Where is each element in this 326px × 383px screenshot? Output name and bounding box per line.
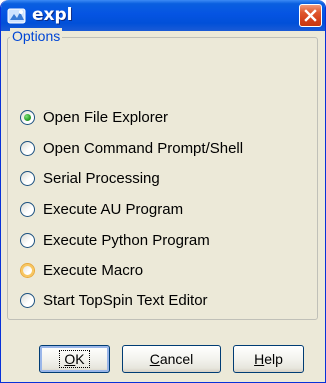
help-button-label: Help	[254, 351, 283, 367]
topspin-app-icon	[7, 6, 27, 26]
help-mnemonic: H	[254, 351, 265, 367]
radio-button[interactable]	[20, 140, 35, 156]
option-start-topspin-text-editor[interactable]: Start TopSpin Text Editor	[20, 289, 208, 311]
ok-mnemonic: O	[64, 351, 76, 367]
option-label: Execute Macro	[43, 261, 144, 279]
radio-button[interactable]	[20, 232, 35, 248]
ok-label-rest: K	[75, 351, 85, 367]
cancel-mnemonic: C	[149, 351, 160, 367]
option-execute-au-program[interactable]: Execute AU Program	[20, 198, 183, 220]
cancel-button[interactable]: Cancel	[122, 345, 221, 373]
title-bar[interactable]: expl	[1, 0, 325, 31]
option-open-command-prompt[interactable]: Open Command Prompt/Shell	[20, 137, 243, 159]
option-label: Serial Processing	[43, 169, 160, 187]
ok-button[interactable]: OK	[39, 345, 110, 373]
ok-button-label: OK	[59, 350, 90, 368]
radio-button[interactable]	[20, 292, 35, 308]
help-button[interactable]: Help	[233, 345, 304, 373]
option-label: Execute AU Program	[43, 200, 184, 218]
option-execute-macro[interactable]: Execute Macro	[20, 259, 143, 281]
option-label: Open Command Prompt/Shell	[43, 139, 244, 157]
radio-button[interactable]	[20, 201, 35, 217]
cancel-label-rest: ancel	[159, 351, 194, 367]
option-label: Open File Explorer	[43, 108, 169, 126]
option-serial-processing[interactable]: Serial Processing	[20, 167, 160, 189]
close-button[interactable]	[299, 4, 322, 27]
radio-selected-dot	[24, 113, 31, 121]
options-legend: Options	[10, 28, 63, 45]
radio-button[interactable]	[20, 109, 35, 125]
cancel-button-label: Cancel	[150, 351, 194, 367]
radio-button[interactable]	[20, 262, 35, 278]
help-label-rest: elp	[264, 351, 283, 367]
option-label: Execute Python Program	[43, 231, 210, 249]
option-label: Start TopSpin Text Editor	[43, 291, 208, 309]
option-open-file-explorer[interactable]: Open File Explorer	[20, 106, 168, 128]
option-execute-python-program[interactable]: Execute Python Program	[20, 229, 210, 251]
radio-button[interactable]	[20, 170, 35, 186]
close-icon	[304, 9, 317, 22]
window-title: expl	[32, 5, 73, 25]
